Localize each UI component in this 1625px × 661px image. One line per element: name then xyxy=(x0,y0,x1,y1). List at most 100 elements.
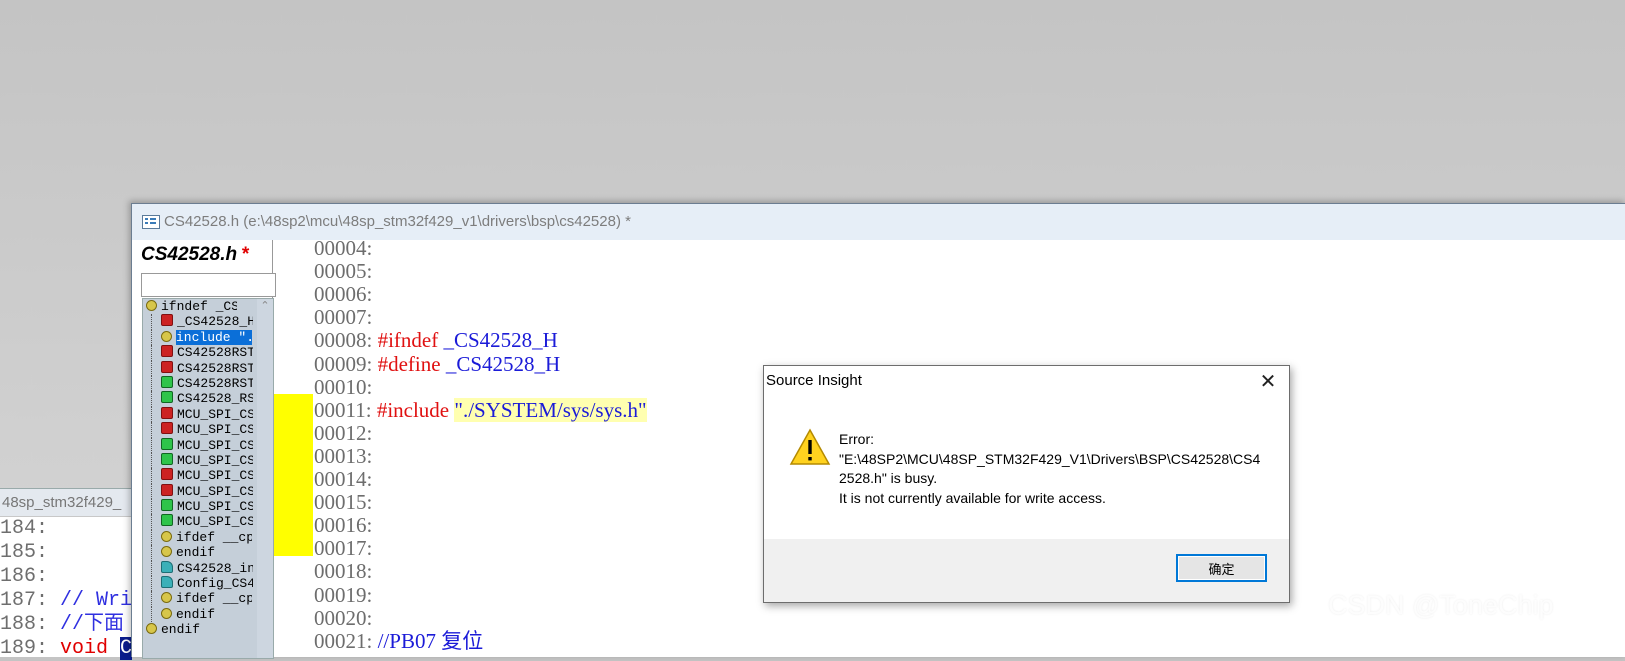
background-code-lines: 184: 185: 186: 187: // Wri 188: //下面 189… xyxy=(0,517,140,661)
symbol-list-scrollbar[interactable]: ⌃ xyxy=(257,299,273,658)
symbol-item[interactable]: MCU_SPI_CS xyxy=(143,483,273,500)
code-keyword: #ifndef xyxy=(372,328,439,353)
symbol-def-icon xyxy=(161,468,173,481)
code-line[interactable]: 00012: xyxy=(314,420,373,445)
code-line[interactable]: 00019: xyxy=(314,583,372,607)
symbol-label: endif xyxy=(161,622,201,638)
symbol-label: MCU_SPI_CS xyxy=(177,422,253,438)
code-identifier: _CS42528_H xyxy=(438,328,558,353)
symbol-label: MCU_SPI_CS xyxy=(177,437,253,453)
symbol-item[interactable]: endif xyxy=(143,545,273,561)
code-line[interactable]: 184: xyxy=(0,517,140,541)
code-line[interactable]: 00017: xyxy=(314,537,372,560)
symbol-list[interactable]: ifndef _CS42_CS42528_Hinclude "./CS42528… xyxy=(142,298,274,659)
code-line[interactable]: 00015: xyxy=(314,491,372,514)
code-line[interactable]: 186: xyxy=(0,565,140,589)
symbol-search-input[interactable] xyxy=(141,273,276,297)
code-line[interactable]: 00007: xyxy=(314,306,372,329)
code-line[interactable]: 00020: xyxy=(314,606,372,630)
code-line[interactable]: 00006: xyxy=(314,283,372,306)
dialog-body: Error: "E:\48SP2\MCU\48SP_STM32F429_V1\D… xyxy=(764,396,1289,538)
symbol-macro-icon xyxy=(161,514,173,527)
code-line[interactable]: 00005: xyxy=(314,260,372,283)
background-window-title[interactable]: 48sp_stm32f429_ xyxy=(0,489,140,517)
line-number: 00006: xyxy=(314,282,373,307)
code-keyword: #include xyxy=(371,397,450,422)
symbol-item[interactable]: MCU_SPI_CS xyxy=(143,468,273,484)
code-line[interactable]: 00004: xyxy=(314,240,372,260)
line-number: 00014: xyxy=(314,467,373,491)
symbol-label: CS42528_RS xyxy=(177,391,253,407)
symbol-item[interactable]: _CS42528_H xyxy=(143,314,273,330)
close-icon[interactable]: ✕ xyxy=(1255,369,1281,395)
line-number: 185: xyxy=(0,541,49,564)
modified-marker: * xyxy=(241,244,249,265)
symbol-label: MCU_SPI_CS xyxy=(177,499,253,515)
symbol-item[interactable]: CS42528_RS xyxy=(143,391,273,407)
symbol-cond-icon xyxy=(161,592,172,604)
code-line[interactable]: 00009: #define _CS42528_H xyxy=(314,352,560,376)
symbol-cond-icon xyxy=(161,330,172,342)
line-number: 00005: xyxy=(314,259,373,284)
symbol-item[interactable]: endif xyxy=(143,606,273,623)
line-number: 00016: xyxy=(314,513,373,538)
symbol-label: CS42528RST xyxy=(177,345,253,361)
symbol-label: MCU_SPI_CS xyxy=(177,483,253,499)
code-line[interactable]: 00010: xyxy=(314,374,373,399)
symbol-item[interactable]: MCU_SPI_CS xyxy=(143,422,273,438)
code-line[interactable]: 00008: #ifndef _CS42528_H xyxy=(314,329,558,352)
line-number: 00007: xyxy=(314,305,373,330)
symbol-item[interactable]: MCU_SPI_CS xyxy=(143,452,273,469)
watermark: CSDN @ToneChip xyxy=(1328,590,1554,620)
error-dialog[interactable]: Source Insight ✕ Error: "E:\48SP2\MCU\48… xyxy=(763,365,1290,603)
symbol-item[interactable]: include "./ xyxy=(143,329,273,346)
code-line[interactable]: 00018: xyxy=(314,560,372,583)
background-editor-window[interactable]: 48sp_stm32f429_ 184: 185: 186: 187: // W… xyxy=(0,488,140,660)
line-number: 00010: xyxy=(314,374,373,399)
source-file-icon xyxy=(142,215,160,230)
line-number: 00013: xyxy=(314,443,373,468)
symbol-label: endif xyxy=(176,606,216,622)
message-line: It is not currently available for write … xyxy=(839,489,1106,506)
symbol-item[interactable]: MCU_SPI_CS xyxy=(143,437,273,453)
symbol-def-icon xyxy=(161,406,173,419)
modified-lines-marker xyxy=(274,394,313,556)
symbol-item[interactable]: MCU_SPI_CS xyxy=(143,499,273,515)
symbol-item[interactable]: MCU_SPI_CS xyxy=(143,514,273,530)
message-line: "E:\48SP2\MCU\48SP_STM32F429_V1\Drivers\… xyxy=(839,450,1261,467)
symbol-window[interactable]: CS42528.h* ifndef _CS42_CS42528_Hinclude… xyxy=(141,240,276,659)
line-number: 00015: xyxy=(314,490,373,515)
symbol-label: ifdef __cp xyxy=(176,591,252,607)
code-string: "./SYSTEM/sys/sys.h" xyxy=(454,397,647,422)
symbol-item[interactable]: CS42528_in xyxy=(143,560,273,577)
line-number: 00012: xyxy=(314,420,373,445)
code-line[interactable]: 00013: xyxy=(314,443,373,468)
ok-button[interactable]: 确定 xyxy=(1176,554,1267,582)
code-line[interactable]: 189: void C xyxy=(0,637,140,661)
code-line[interactable]: 188: //下面 xyxy=(0,613,140,637)
window-title-bar[interactable]: CS42528.h (e:\48sp2\mcu\48sp_stm32f429_v… xyxy=(132,204,1625,240)
code-line[interactable]: 00016: xyxy=(314,514,372,537)
code-comment: //PB07 复位 xyxy=(372,628,484,653)
symbol-item[interactable]: Config_CS4 xyxy=(143,576,273,592)
symbol-item[interactable]: CS42528RST xyxy=(143,375,273,392)
scroll-up-icon[interactable]: ⌃ xyxy=(257,299,273,313)
code-line[interactable]: 187: // Wri xyxy=(0,589,140,613)
code-line[interactable]: 00011: #include "./SYSTEM/sys/sys.h" xyxy=(314,397,647,422)
symbol-def-icon xyxy=(161,422,173,435)
symbol-label: MCU_SPI_CS xyxy=(177,514,253,530)
symbol-item[interactable]: endif xyxy=(143,622,273,637)
symbol-item[interactable]: CS42528RST xyxy=(143,360,273,376)
symbol-item[interactable]: ifndef _CS42 xyxy=(143,299,273,314)
symbol-macro-icon xyxy=(161,391,173,404)
symbol-def-icon xyxy=(161,360,173,373)
symbol-item[interactable]: CS42528RST xyxy=(143,345,273,361)
code-line[interactable]: 00014: xyxy=(314,468,372,491)
symbol-label: MCU_SPI_CS xyxy=(177,468,253,484)
symbol-item[interactable]: MCU_SPI_CS xyxy=(143,406,273,423)
symbol-item[interactable]: ifdef __cp xyxy=(143,591,273,607)
symbol-item[interactable]: ifdef __cp xyxy=(143,529,273,546)
code-line[interactable]: 185: xyxy=(0,541,140,565)
symbol-macro-icon xyxy=(161,375,173,388)
code-line[interactable]: 00021: //PB07 复位 xyxy=(314,628,484,653)
